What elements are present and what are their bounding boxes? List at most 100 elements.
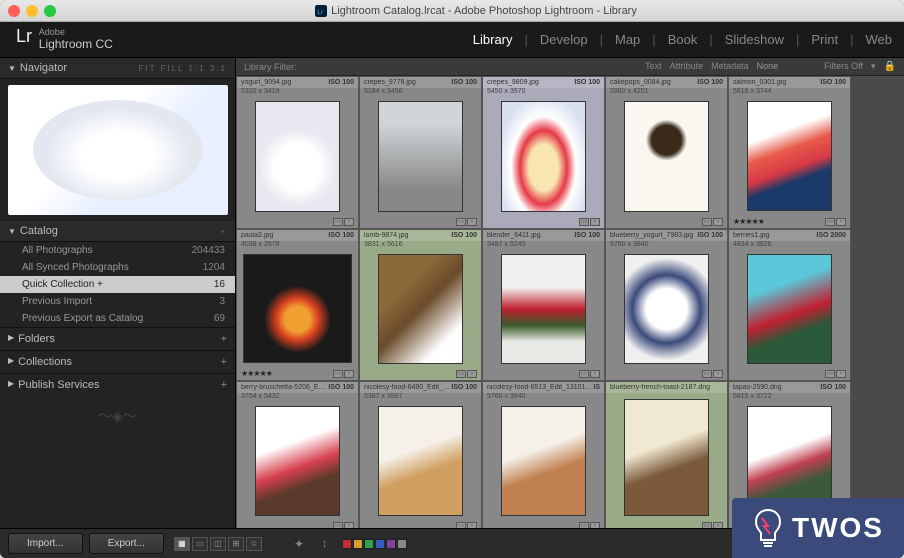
navigator-header[interactable]: ▼ Navigator FIT FILL 1:1 3:1 [0,58,235,79]
color-label-swatch[interactable] [353,539,363,549]
thumbnail-image[interactable] [624,101,709,212]
import-button[interactable]: Import... [8,533,83,554]
disclosure-triangle-icon[interactable]: ▶ [8,333,14,345]
star-rating[interactable]: ★★★★★ [733,217,764,226]
filter-text[interactable]: Text [645,61,662,72]
panel-plus-icon[interactable]: + [221,356,227,368]
color-label-swatch[interactable] [386,539,396,549]
thumbnail-cell[interactable]: crepes_9778.jpgISO 1005184 x 3456▭▫ [359,76,482,229]
badge-icon[interactable]: ▭ [579,522,589,528]
module-web[interactable]: Web [866,32,893,47]
badge-icon[interactable]: ▭ [579,218,589,226]
badge-icon[interactable]: ▭ [702,522,712,528]
thumbnail-image[interactable] [243,254,352,363]
badge-icon[interactable]: ▫ [590,370,600,378]
badge-icon[interactable]: ▫ [344,522,354,528]
thumbnail-cell[interactable]: pasta2.jpgISO 1004036 x 2678★★★★★▭▫ [236,229,359,381]
thumbnail-image[interactable] [624,254,709,364]
panel-plus-icon[interactable]: + [221,333,227,345]
badge-icon[interactable]: ▭ [825,218,835,226]
badge-icon[interactable]: ▫ [590,218,600,226]
badge-icon[interactable]: ▭ [333,522,343,528]
badge-icon[interactable]: ▭ [579,370,589,378]
navigator-preview[interactable] [8,85,228,215]
thumbnail-cell[interactable]: nicolesy-food-6513_Edit_131011.tifIS5760… [482,381,605,528]
filters-off-label[interactable]: Filters Off [824,61,863,72]
disclosure-triangle-icon[interactable]: ▶ [8,356,14,368]
catalog-row-quick[interactable]: Quick Collection +16 [0,276,235,293]
painter-icon[interactable]: ✦ [294,537,304,551]
color-label-swatch[interactable] [364,539,374,549]
minimize-icon[interactable] [26,5,38,17]
thumbnail-image[interactable] [378,254,463,364]
badge-icon[interactable]: ▭ [456,370,466,378]
compare-view-icon[interactable]: ◫ [210,537,226,551]
badge-icon[interactable]: ▭ [456,522,466,528]
module-slideshow[interactable]: Slideshow [725,32,784,47]
thumbnail-cell[interactable]: berry-bruschetta-5206_Edit-2.tifISO 1003… [236,381,359,528]
disclosure-triangle-icon[interactable]: ▶ [8,379,14,391]
badge-icon[interactable]: ▫ [467,218,477,226]
catalog-header[interactable]: ▼ Catalog + [0,221,235,242]
filter-metadata[interactable]: Metadata [711,61,749,72]
thumbnail-image[interactable] [624,399,709,516]
badge-icon[interactable]: ▫ [344,218,354,226]
badge-icon[interactable]: ▭ [825,370,835,378]
catalog-row-prev-export[interactable]: Previous Export as Catalog69 [0,310,235,327]
publish-header[interactable]: ▶Publish Services+ [0,373,235,396]
catalog-row-all[interactable]: All Photographs204433 [0,242,235,259]
thumbnail-cell[interactable]: blueberry-french-toast-2187.dng▭▫ [605,381,728,528]
disclosure-triangle-icon[interactable]: ▼ [8,227,16,236]
people-view-icon[interactable]: ☺ [246,537,262,551]
thumbnail-image[interactable] [501,101,586,212]
badge-icon[interactable]: ▭ [333,218,343,226]
panel-plus-icon[interactable]: + [220,227,227,236]
badge-icon[interactable]: ▫ [344,370,354,378]
badge-icon[interactable]: ▭ [456,218,466,226]
thumbnail-image[interactable] [747,254,832,364]
thumbnail-cell[interactable]: blueberry_yogurt_7983.jpgISO 1005760 x 3… [605,229,728,381]
module-book[interactable]: Book [668,32,698,47]
thumbnail-cell[interactable]: crepes_9809.jpgISO 1005450 x 3570▭▫ [482,76,605,229]
sort-icon[interactable]: ↕ [322,538,328,550]
thumbnail-image[interactable] [378,101,463,212]
badge-icon[interactable]: ▭ [333,370,343,378]
color-label-swatch[interactable] [397,539,407,549]
module-develop[interactable]: Develop [540,32,588,47]
badge-icon[interactable]: ▫ [590,522,600,528]
survey-view-icon[interactable]: ⊞ [228,537,244,551]
thumbnail-image[interactable] [255,101,340,212]
badge-icon[interactable]: ▭ [702,370,712,378]
thumbnail-image[interactable] [255,406,340,516]
thumbnail-image[interactable] [501,254,586,364]
grid-view-icon[interactable]: ▦ [174,537,190,551]
maximize-icon[interactable] [44,5,56,17]
badge-icon[interactable]: ▫ [713,218,723,226]
folders-header[interactable]: ▶Folders+ [0,327,235,350]
export-button[interactable]: Export... [89,533,164,554]
badge-icon[interactable]: ▭ [702,218,712,226]
thumbnail-image[interactable] [747,101,832,211]
badge-icon[interactable]: ▫ [836,218,846,226]
thumbnail-grid[interactable]: yogurt_9094.jpgISO 1005320 x 3419▭▫crepe… [236,76,904,528]
thumbnail-cell[interactable]: yogurt_9094.jpgISO 1005320 x 3419▭▫ [236,76,359,229]
thumbnail-cell[interactable]: nicolesy-food-6490_Edit_131011.tifISO 10… [359,381,482,528]
filter-attribute[interactable]: Attribute [670,61,704,72]
thumbnail-cell[interactable]: salmon_0301.jpgISO 1005616 x 3744★★★★★▭▫ [728,76,851,229]
thumbnail-cell[interactable]: lamb-9874.jpgISO 1003831 x 5616▭▫ [359,229,482,381]
thumbnail-cell[interactable]: berries1.jpgISO 20004834 x 3826▭▫ [728,229,851,381]
module-library[interactable]: Library [473,32,513,47]
badge-icon[interactable]: ▫ [713,522,723,528]
catalog-row-synced[interactable]: All Synced Photographs1204 [0,259,235,276]
badge-icon[interactable]: ▫ [836,370,846,378]
color-label-swatch[interactable] [342,539,352,549]
badge-icon[interactable]: ▫ [467,522,477,528]
disclosure-triangle-icon[interactable]: ▼ [8,64,16,73]
loupe-view-icon[interactable]: ▭ [192,537,208,551]
badge-icon[interactable]: ▫ [713,370,723,378]
star-rating[interactable]: ★★★★★ [241,369,272,378]
chevron-down-icon[interactable]: ▾ [871,61,876,72]
thumbnail-image[interactable] [378,406,463,516]
badge-icon[interactable]: ▫ [467,370,477,378]
navigator-zoom-modes[interactable]: FIT FILL 1:1 3:1 [139,64,227,73]
